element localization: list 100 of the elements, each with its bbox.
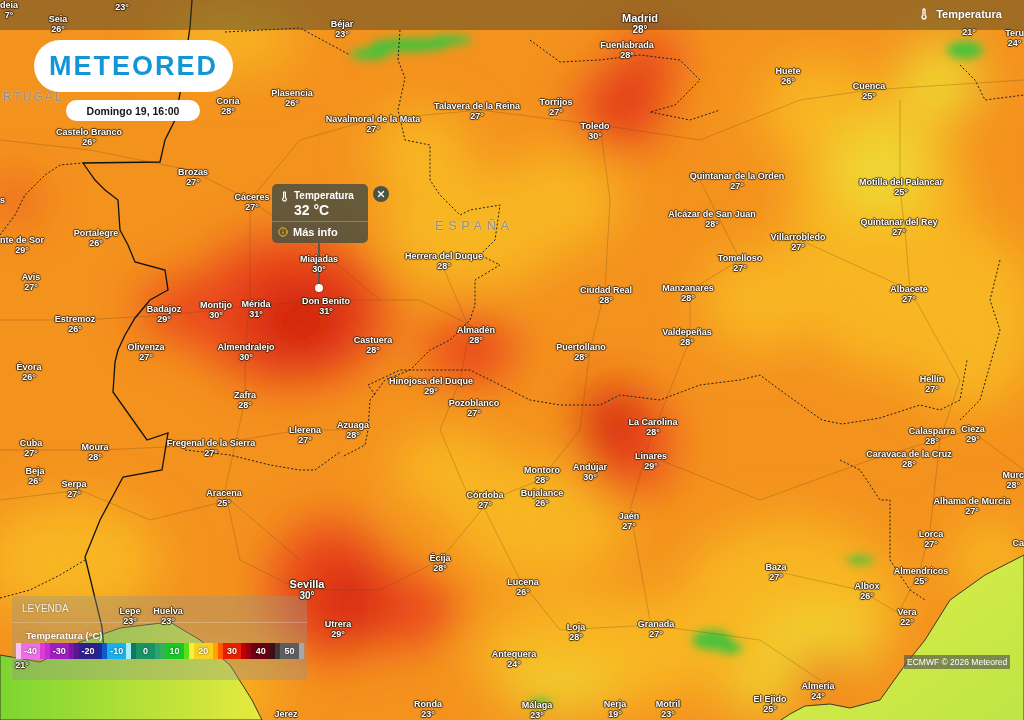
temperature-value: 26°: [68, 324, 82, 334]
popup-title: Temperatura: [294, 190, 354, 202]
city-name: Nerja: [603, 699, 627, 709]
city-name: Alhama de Murcia: [933, 496, 1011, 506]
temperature-value: 28°: [437, 261, 451, 271]
temperature-value: 26°: [781, 76, 795, 86]
city-name: Quintanar de la Orden: [689, 171, 785, 181]
city-name: Ciudad Real: [580, 285, 632, 295]
temperature-value: 25°: [763, 704, 777, 714]
city-name: Avis: [21, 272, 41, 282]
temperature-value: 28°: [221, 106, 235, 116]
layer-button[interactable]: Temperatura: [918, 8, 1002, 20]
temperature-value: 27°: [470, 111, 484, 121]
city-name: Caravaca de la Cruz: [866, 449, 952, 459]
temperature-value: 23°: [661, 709, 675, 719]
temperature-value: 30°: [583, 472, 597, 482]
temperature-value: 29°: [331, 629, 345, 639]
city-name: La Carolina: [628, 417, 678, 427]
temperature-value: 26°: [28, 476, 42, 486]
temperature-value: 24°: [507, 659, 521, 669]
city-name: Albacete: [890, 284, 928, 294]
temperature-value: 25°: [862, 91, 876, 101]
city-name: Madrid: [621, 13, 659, 24]
temperature-value: 26°: [82, 137, 96, 147]
scale-step: 0: [131, 643, 160, 659]
city-name: Serpa: [61, 479, 87, 489]
city-name: Don Benito: [302, 296, 350, 306]
city-name: Herrera del Duque: [405, 251, 483, 261]
city-name: Almería: [801, 681, 835, 691]
city-name: deia: [0, 0, 18, 10]
more-info-link[interactable]: Más info: [278, 226, 338, 238]
temperature-value: 25°: [894, 187, 908, 197]
temperature-value: 28°: [366, 345, 380, 355]
temperature-value: 27°: [733, 263, 747, 273]
temperature-value: 27°: [67, 489, 81, 499]
temperature-value: 27°: [902, 294, 916, 304]
city-name: Valdepeñas: [662, 327, 712, 337]
scale-step: -20: [73, 643, 103, 659]
city-name: Motril: [655, 699, 681, 709]
city-name: Moura: [81, 442, 109, 452]
city-name: Teru: [1005, 28, 1024, 38]
temperature-value: 22°: [900, 617, 914, 627]
temperature-value: 28°: [1006, 480, 1021, 490]
city-name: Calasparra: [908, 426, 956, 436]
temperature-value: 27°: [298, 435, 312, 445]
temperature-value: 27°: [730, 181, 744, 191]
temperature-value: 26°: [51, 24, 65, 34]
city-name: s: [0, 195, 5, 205]
city-name: Montoro: [524, 465, 560, 475]
temperature-value: 28°: [599, 295, 613, 305]
temperature-value: 28°: [646, 427, 660, 437]
city-name: Castuera: [353, 335, 393, 345]
temperature-value: 27°: [139, 352, 153, 362]
temperature-value: 25°: [914, 576, 928, 586]
temperature-value: 27°: [925, 384, 939, 394]
city-name: Zafra: [234, 390, 256, 400]
temperature-value: 29°: [966, 434, 980, 444]
temperature-value: 23°: [115, 2, 129, 12]
city-name: Manzanares: [662, 283, 714, 293]
temperature-value: 24°: [1007, 38, 1022, 48]
city-name: Antequera: [491, 649, 537, 659]
temperature-value: 25°: [217, 498, 231, 508]
city-name: Badajoz: [146, 304, 182, 314]
city-name: Andújar: [573, 462, 607, 472]
temperature-value: 29°: [157, 314, 171, 324]
city-name: Alcázar de San Juan: [668, 209, 756, 219]
temperature-value: 28°: [569, 632, 583, 642]
city-name: Pozoblanco: [448, 398, 500, 408]
city-name: Puertollano: [556, 342, 606, 352]
city-name: Jerez: [274, 709, 298, 719]
temperature-value: 27°: [245, 202, 259, 212]
scale-step: 30: [217, 643, 247, 659]
temperature-value: 27°: [892, 227, 906, 237]
city-name: Torrijos: [539, 97, 573, 107]
city-name: nte de Sor: [0, 235, 44, 245]
city-name: Béjar: [330, 19, 354, 29]
timestamp-label: Domingo 19, 16:00: [66, 100, 200, 121]
city-name: Linares: [635, 451, 667, 461]
city-name: Granada: [637, 619, 675, 629]
city-name: Vera: [897, 607, 917, 617]
city-name: Loja: [566, 622, 586, 632]
temperature-value: 30°: [209, 310, 223, 320]
temperature-value: 28°: [88, 452, 102, 462]
city-name: Murc: [1002, 470, 1024, 480]
scale-step: 40: [246, 643, 276, 659]
city-name: Olivenza: [127, 342, 165, 352]
city-name: Évora: [16, 362, 42, 372]
temperature-value: 28°: [574, 352, 588, 362]
temperature-value: 24°: [811, 691, 825, 701]
city-name: Estremoz: [54, 314, 96, 324]
city-name: Talavera de la Reina: [434, 101, 520, 111]
city-name: Huete: [775, 66, 801, 76]
country-label: RTUGAL: [3, 91, 64, 103]
temperature-value: 27°: [186, 177, 200, 187]
city-name: Lorca: [918, 529, 944, 539]
city-name: Huelva: [153, 606, 183, 616]
temperature-value: 23°: [421, 709, 435, 719]
city-name: Motilla del Palancar: [859, 177, 943, 187]
city-name: Almendralejo: [217, 342, 275, 352]
temperature-value: 27°: [924, 539, 938, 549]
